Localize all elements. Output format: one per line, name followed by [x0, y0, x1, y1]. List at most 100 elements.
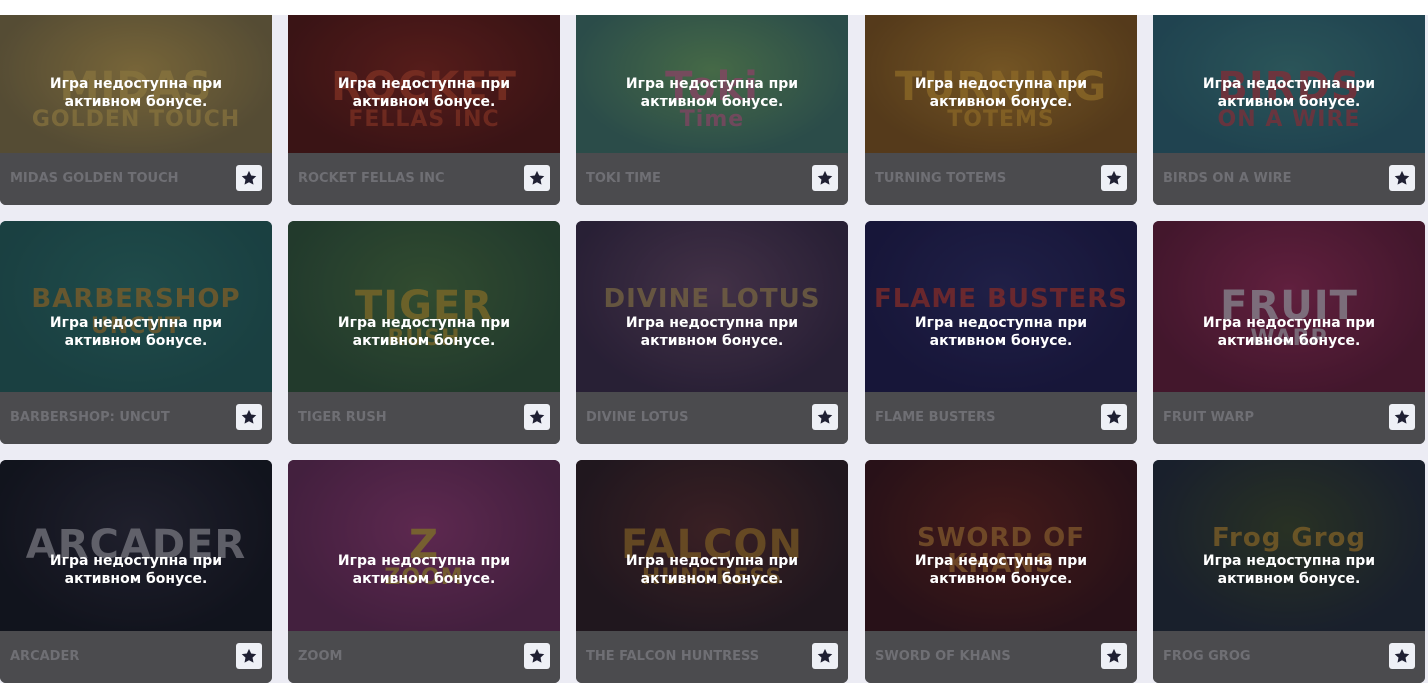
- favorite-button[interactable]: [524, 404, 550, 430]
- star-icon: [1394, 170, 1410, 185]
- game-card[interactable]: TIGER RUSH Игра недоступна при активном бо…: [288, 221, 560, 444]
- game-card[interactable]: Z ZOOM Игра недоступна при активном бонусе…: [288, 460, 560, 683]
- game-card[interactable]: Toki Time Игра недоступна при активном бон…: [576, 15, 848, 205]
- game-card-footer: ROCKET FELLAS INC: [288, 153, 560, 205]
- game-card-footer: MIDAS GOLDEN TOUCH: [0, 153, 272, 205]
- game-title[interactable]: TOKI TIME: [586, 171, 661, 186]
- game-title[interactable]: FLAME BUSTERS: [875, 410, 996, 425]
- game-card[interactable]: MIDAS GOLDEN TOUCH Игра недоступна при акт…: [0, 15, 272, 205]
- game-card[interactable]: ROCKET FELLAS INC Игра недоступна при акти…: [288, 15, 560, 205]
- game-thumbnail[interactable]: ARCADER Игра недоступна при активном бону…: [0, 460, 272, 631]
- unavailable-message: Игра недоступна при активном бонусе.: [1202, 315, 1376, 349]
- game-card[interactable]: FALCON HUNTRESS Игра недоступна при активн…: [576, 460, 848, 683]
- favorite-button[interactable]: [812, 404, 838, 430]
- game-title[interactable]: BIRDS ON A WIRE: [1163, 171, 1292, 186]
- disabled-shade: [288, 221, 560, 392]
- game-title[interactable]: FROG GROG: [1163, 649, 1251, 664]
- game-title[interactable]: BARBERSHOP: UNCUT: [10, 410, 170, 425]
- star-icon: [1106, 170, 1122, 185]
- game-thumbnail[interactable]: FRUIT WARP Игра недоступна при активном бо…: [1153, 221, 1425, 392]
- game-card[interactable]: SWORD OF KHANS Игра недоступна при активн…: [865, 460, 1137, 683]
- disabled-shade: [576, 460, 848, 631]
- disabled-shade: [1153, 221, 1425, 392]
- star-icon: [529, 648, 545, 663]
- game-card-footer: ZOOM: [288, 631, 560, 683]
- game-card-footer: BARBERSHOP: UNCUT: [0, 392, 272, 444]
- favorite-button[interactable]: [236, 404, 262, 430]
- game-card[interactable]: DIVINE LOTUS Игра недоступна при активном…: [576, 221, 848, 444]
- game-title[interactable]: MIDAS GOLDEN TOUCH: [10, 171, 179, 186]
- favorite-button[interactable]: [1389, 404, 1415, 430]
- unavailable-message: Игра недоступна при активном бонусе.: [1202, 553, 1376, 587]
- star-icon: [1394, 648, 1410, 663]
- game-thumbnail[interactable]: Toki Time Игра недоступна при активном бон…: [576, 15, 848, 153]
- favorite-button[interactable]: [236, 643, 262, 669]
- unavailable-message: Игра недоступна при активном бонусе.: [337, 76, 511, 110]
- star-icon: [1394, 409, 1410, 424]
- game-thumbnail[interactable]: FLAME BUSTERS Игра недоступна при активно…: [865, 221, 1137, 392]
- unavailable-message: Игра недоступна при активном бонусе.: [1202, 76, 1376, 110]
- star-icon: [1106, 648, 1122, 663]
- star-icon: [1106, 409, 1122, 424]
- game-thumbnail[interactable]: Frog Grog Игра недоступна при активном бо…: [1153, 460, 1425, 631]
- game-card-footer: ARCADER: [0, 631, 272, 683]
- unavailable-message: Игра недоступна при активном бонусе.: [49, 315, 223, 349]
- favorite-button[interactable]: [1389, 643, 1415, 669]
- game-title[interactable]: DIVINE LOTUS: [586, 410, 688, 425]
- star-icon: [817, 170, 833, 185]
- game-card-footer: THE FALCON HUNTRESS: [576, 631, 848, 683]
- game-title[interactable]: ZOOM: [298, 649, 342, 664]
- game-thumbnail[interactable]: TIGER RUSH Игра недоступна при активном бо…: [288, 221, 560, 392]
- unavailable-message: Игра недоступна при активном бонусе.: [914, 315, 1088, 349]
- game-card-footer: SWORD OF KHANS: [865, 631, 1137, 683]
- game-card[interactable]: TURNING TOTEMS Игра недоступна при активно…: [865, 15, 1137, 205]
- game-thumbnail[interactable]: SWORD OF KHANS Игра недоступна при активн…: [865, 460, 1137, 631]
- unavailable-message: Игра недоступна при активном бонусе.: [914, 553, 1088, 587]
- game-thumbnail[interactable]: TURNING TOTEMS Игра недоступна при активно…: [865, 15, 1137, 153]
- star-icon: [529, 409, 545, 424]
- disabled-shade: [0, 221, 272, 392]
- game-title[interactable]: TURNING TOTEMS: [875, 171, 1006, 186]
- star-icon: [241, 170, 257, 185]
- unavailable-message: Игра недоступна при активном бонусе.: [625, 76, 799, 110]
- game-card[interactable]: FRUIT WARP Игра недоступна при активном бо…: [1153, 221, 1425, 444]
- game-card-footer: DIVINE LOTUS: [576, 392, 848, 444]
- favorite-button[interactable]: [812, 165, 838, 191]
- favorite-button[interactable]: [1389, 165, 1415, 191]
- game-title[interactable]: ARCADER: [10, 649, 79, 664]
- game-thumbnail[interactable]: MIDAS GOLDEN TOUCH Игра недоступна при акт…: [0, 15, 272, 153]
- favorite-button[interactable]: [524, 165, 550, 191]
- game-thumbnail[interactable]: Z ZOOM Игра недоступна при активном бонусе…: [288, 460, 560, 631]
- game-card[interactable]: Frog Grog Игра недоступна при активном бо…: [1153, 460, 1425, 683]
- game-card-footer: TOKI TIME: [576, 153, 848, 205]
- disabled-shade: [865, 221, 1137, 392]
- unavailable-message: Игра недоступна при активном бонусе.: [625, 553, 799, 587]
- unavailable-message: Игра недоступна при активном бонусе.: [337, 315, 511, 349]
- game-title[interactable]: THE FALCON HUNTRESS: [586, 649, 759, 664]
- star-icon: [817, 409, 833, 424]
- favorite-button[interactable]: [1101, 643, 1127, 669]
- favorite-button[interactable]: [236, 165, 262, 191]
- unavailable-message: Игра недоступна при активном бонусе.: [625, 315, 799, 349]
- game-thumbnail[interactable]: DIVINE LOTUS Игра недоступна при активном…: [576, 221, 848, 392]
- game-title[interactable]: FRUIT WARP: [1163, 410, 1254, 425]
- game-title[interactable]: ROCKET FELLAS INC: [298, 171, 445, 186]
- game-card-footer: FRUIT WARP: [1153, 392, 1425, 444]
- unavailable-message: Игра недоступна при активном бонусе.: [49, 553, 223, 587]
- favorite-button[interactable]: [812, 643, 838, 669]
- star-icon: [241, 648, 257, 663]
- game-thumbnail[interactable]: BIRDS ON A WIRE Игра недоступна при активн…: [1153, 15, 1425, 153]
- game-card[interactable]: BARBERSHOP UNCUT Игра недоступна при актив…: [0, 221, 272, 444]
- game-title[interactable]: TIGER RUSH: [298, 410, 387, 425]
- favorite-button[interactable]: [524, 643, 550, 669]
- game-title[interactable]: SWORD OF KHANS: [875, 649, 1011, 664]
- game-card[interactable]: BIRDS ON A WIRE Игра недоступна при активн…: [1153, 15, 1425, 205]
- game-card[interactable]: FLAME BUSTERS Игра недоступна при активно…: [865, 221, 1137, 444]
- game-thumbnail[interactable]: BARBERSHOP UNCUT Игра недоступна при актив…: [0, 221, 272, 392]
- game-card-footer: TURNING TOTEMS: [865, 153, 1137, 205]
- game-thumbnail[interactable]: FALCON HUNTRESS Игра недоступна при активн…: [576, 460, 848, 631]
- favorite-button[interactable]: [1101, 165, 1127, 191]
- game-thumbnail[interactable]: ROCKET FELLAS INC Игра недоступна при акти…: [288, 15, 560, 153]
- game-card[interactable]: ARCADER Игра недоступна при активном бону…: [0, 460, 272, 683]
- favorite-button[interactable]: [1101, 404, 1127, 430]
